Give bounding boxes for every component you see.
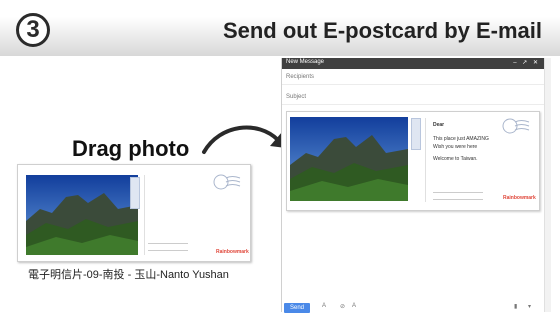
stamp-strip	[411, 118, 421, 150]
source-postcard[interactable]: Rainbowmark	[17, 164, 251, 262]
attach-icon[interactable]: ⊘	[340, 303, 345, 310]
postcard-brand: Rainbowmark	[503, 195, 536, 201]
postcard-message-line: This place just AMAZING	[433, 136, 489, 142]
postcard-photo	[290, 117, 408, 201]
postcard-divider	[425, 118, 426, 202]
compose-title-bar: New Message – ↗ ✕	[282, 58, 544, 69]
photo-caption: 電子明信片-09-南投 - 玉山-Nanto Yushan	[28, 269, 229, 281]
postmark-icon	[502, 118, 530, 134]
postcard-sender-lines	[433, 192, 483, 200]
postcard-brand: Rainbowmark	[216, 249, 249, 255]
postcard-message-line: Wish you were here	[433, 144, 478, 150]
postcard-message-line: Welcome to Taiwan.	[433, 156, 478, 162]
scrollbar[interactable]	[544, 58, 551, 312]
recipients-field[interactable]: Recipients	[286, 74, 314, 80]
trash-icon[interactable]: ▮	[514, 303, 517, 310]
stamp-strip	[130, 177, 140, 209]
postmark-icon	[213, 174, 241, 190]
compose-title: New Message	[286, 59, 325, 65]
window-controls[interactable]: – ↗ ✕	[513, 59, 540, 66]
postcard-divider	[144, 175, 145, 255]
field-separator	[282, 104, 544, 105]
drag-photo-label: Drag photo	[72, 136, 190, 161]
curved-arrow-icon	[202, 125, 286, 154]
postcard-greeting: Dear	[433, 122, 445, 128]
header-band: 3 Send out E-postcard by E-mail	[0, 0, 560, 56]
step-number-badge: 3	[16, 13, 50, 47]
subject-field[interactable]: Subject	[286, 94, 306, 100]
page-title: Send out E-postcard by E-mail	[222, 18, 542, 43]
field-separator	[282, 84, 544, 85]
postcard-sender-lines	[148, 243, 188, 251]
compose-window: New Message – ↗ ✕ Recipients Subject Dea…	[281, 58, 544, 313]
font-format-icon[interactable]: A	[352, 303, 356, 309]
dropped-postcard[interactable]: Dear This place just AMAZING Wish you we…	[286, 111, 540, 211]
postcard-photo[interactable]	[26, 175, 138, 255]
more-options-icon[interactable]: ▾	[528, 303, 531, 310]
font-format-icon[interactable]: A	[322, 303, 326, 309]
